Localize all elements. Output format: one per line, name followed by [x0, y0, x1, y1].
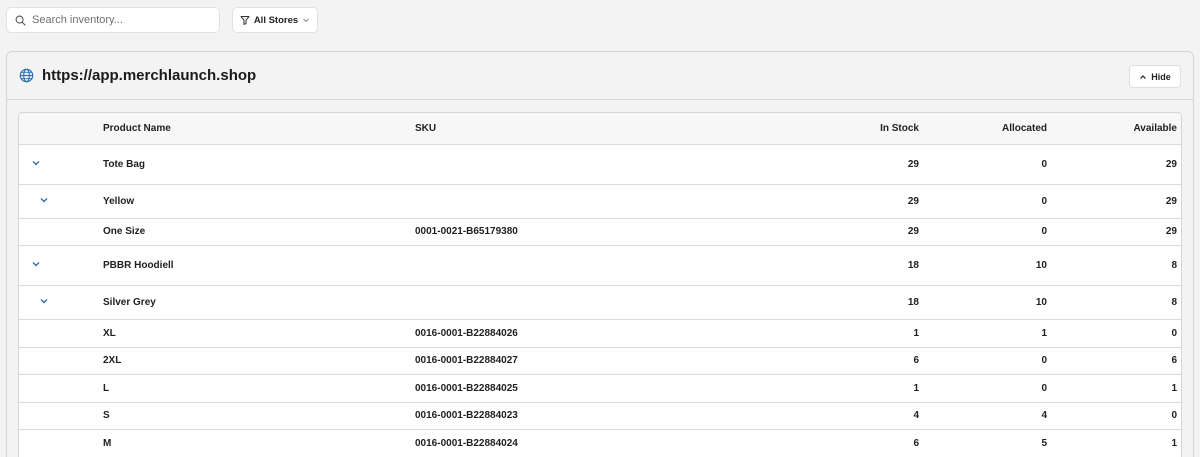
sku-cell — [415, 144, 785, 185]
filter-icon — [240, 16, 250, 25]
chevron-down-icon[interactable] — [39, 296, 49, 306]
available-cell: 29 — [1053, 218, 1181, 246]
hide-button[interactable]: Hide — [1129, 65, 1181, 88]
in-stock-cell: 18 — [785, 285, 925, 320]
globe-icon — [19, 68, 34, 83]
in-stock-cell: 29 — [785, 218, 925, 246]
allocated-cell: 0 — [925, 374, 1053, 403]
store-filter-label: All Stores — [253, 14, 299, 26]
available-cell: 8 — [1053, 285, 1181, 320]
chevron-down-icon — [303, 18, 310, 23]
variant-row: M 0016-0001-B22884024 6 5 1 — [19, 429, 1181, 457]
row-toggle-cell — [19, 374, 103, 403]
available-cell: 0 — [1053, 402, 1181, 430]
available-cell: 1 — [1053, 374, 1181, 403]
allocated-cell: 4 — [925, 402, 1053, 430]
sku-cell: 0016-0001-B22884026 — [415, 319, 785, 348]
variant-row: One Size 0001-0021-B65179380 29 0 29 — [19, 218, 1181, 246]
option-row[interactable]: Yellow 29 0 29 — [19, 184, 1181, 219]
in-stock-cell: 29 — [785, 184, 925, 219]
header-available[interactable]: Available — [1053, 113, 1181, 145]
in-stock-cell: 6 — [785, 429, 925, 457]
inventory-table: Product Name SKU In Stock Allocated Avai… — [18, 112, 1182, 457]
allocated-cell: 5 — [925, 429, 1053, 457]
row-toggle-cell — [19, 218, 103, 246]
variant-row: XL 0016-0001-B22884026 1 1 0 — [19, 319, 1181, 348]
available-cell: 29 — [1053, 144, 1181, 185]
header-sku[interactable]: SKU — [415, 113, 785, 145]
product-name-cell: Yellow — [103, 184, 415, 219]
product-name-cell: Silver Grey — [103, 285, 415, 320]
store-filter-button[interactable]: All Stores — [232, 7, 318, 33]
row-toggle-cell — [19, 319, 103, 348]
variant-row: S 0016-0001-B22884023 4 4 0 — [19, 402, 1181, 430]
product-row[interactable]: Tote Bag 29 0 29 — [19, 144, 1181, 185]
chevron-down-icon[interactable] — [31, 158, 41, 168]
panel-header: https://app.merchlaunch.shop Hide — [7, 52, 1193, 100]
allocated-cell: 0 — [925, 347, 1053, 375]
search-input[interactable] — [32, 14, 207, 26]
panel-title: https://app.merchlaunch.shop — [42, 67, 257, 84]
header-in-stock[interactable]: In Stock — [785, 113, 925, 145]
header-product-name[interactable]: Product Name — [103, 113, 415, 145]
sku-cell: 0016-0001-B22884025 — [415, 374, 785, 403]
table-header-row: Product Name SKU In Stock Allocated Avai… — [19, 113, 1181, 145]
allocated-cell: 0 — [925, 184, 1053, 219]
row-toggle-cell — [19, 144, 103, 185]
product-name-cell: S — [103, 402, 415, 430]
chevron-down-icon[interactable] — [39, 195, 49, 205]
row-toggle-cell — [19, 285, 103, 320]
available-cell: 6 — [1053, 347, 1181, 375]
product-name-cell: L — [103, 374, 415, 403]
toolbar: All Stores — [6, 7, 1194, 33]
row-toggle-cell — [19, 245, 103, 286]
in-stock-cell: 29 — [785, 144, 925, 185]
store-panel: https://app.merchlaunch.shop Hide Produc… — [6, 51, 1194, 457]
sku-cell — [415, 245, 785, 286]
in-stock-cell: 6 — [785, 347, 925, 375]
in-stock-cell: 18 — [785, 245, 925, 286]
row-toggle-cell — [19, 429, 103, 457]
product-name-cell: M — [103, 429, 415, 457]
product-row[interactable]: PBBR Hoodiell 18 10 8 — [19, 245, 1181, 286]
allocated-cell: 0 — [925, 218, 1053, 246]
available-cell: 29 — [1053, 184, 1181, 219]
sku-cell: 0001-0021-B65179380 — [415, 218, 785, 246]
sku-cell: 0016-0001-B22884024 — [415, 429, 785, 457]
allocated-cell: 10 — [925, 245, 1053, 286]
product-name-cell: XL — [103, 319, 415, 348]
product-name-cell: 2XL — [103, 347, 415, 375]
variant-row: 2XL 0016-0001-B22884027 6 0 6 — [19, 347, 1181, 375]
hide-button-label: Hide — [1151, 71, 1171, 82]
sku-cell — [415, 285, 785, 320]
row-toggle-cell — [19, 402, 103, 430]
sku-cell — [415, 184, 785, 219]
sku-cell: 0016-0001-B22884023 — [415, 402, 785, 430]
header-toggle — [19, 113, 103, 145]
chevron-down-icon[interactable] — [31, 259, 41, 269]
allocated-cell: 1 — [925, 319, 1053, 348]
available-cell: 0 — [1053, 319, 1181, 348]
chevron-up-icon — [1140, 74, 1147, 79]
row-toggle-cell — [19, 184, 103, 219]
header-allocated[interactable]: Allocated — [925, 113, 1053, 145]
search-box[interactable] — [6, 7, 220, 33]
variant-row: L 0016-0001-B22884025 1 0 1 — [19, 374, 1181, 403]
in-stock-cell: 1 — [785, 319, 925, 348]
available-cell: 8 — [1053, 245, 1181, 286]
option-row[interactable]: Silver Grey 18 10 8 — [19, 285, 1181, 320]
sku-cell: 0016-0001-B22884027 — [415, 347, 785, 375]
product-name-cell: PBBR Hoodiell — [103, 245, 415, 286]
product-name-cell: One Size — [103, 218, 415, 246]
allocated-cell: 10 — [925, 285, 1053, 320]
in-stock-cell: 4 — [785, 402, 925, 430]
available-cell: 1 — [1053, 429, 1181, 457]
in-stock-cell: 1 — [785, 374, 925, 403]
search-icon — [15, 15, 26, 26]
row-toggle-cell — [19, 347, 103, 375]
product-name-cell: Tote Bag — [103, 144, 415, 185]
allocated-cell: 0 — [925, 144, 1053, 185]
